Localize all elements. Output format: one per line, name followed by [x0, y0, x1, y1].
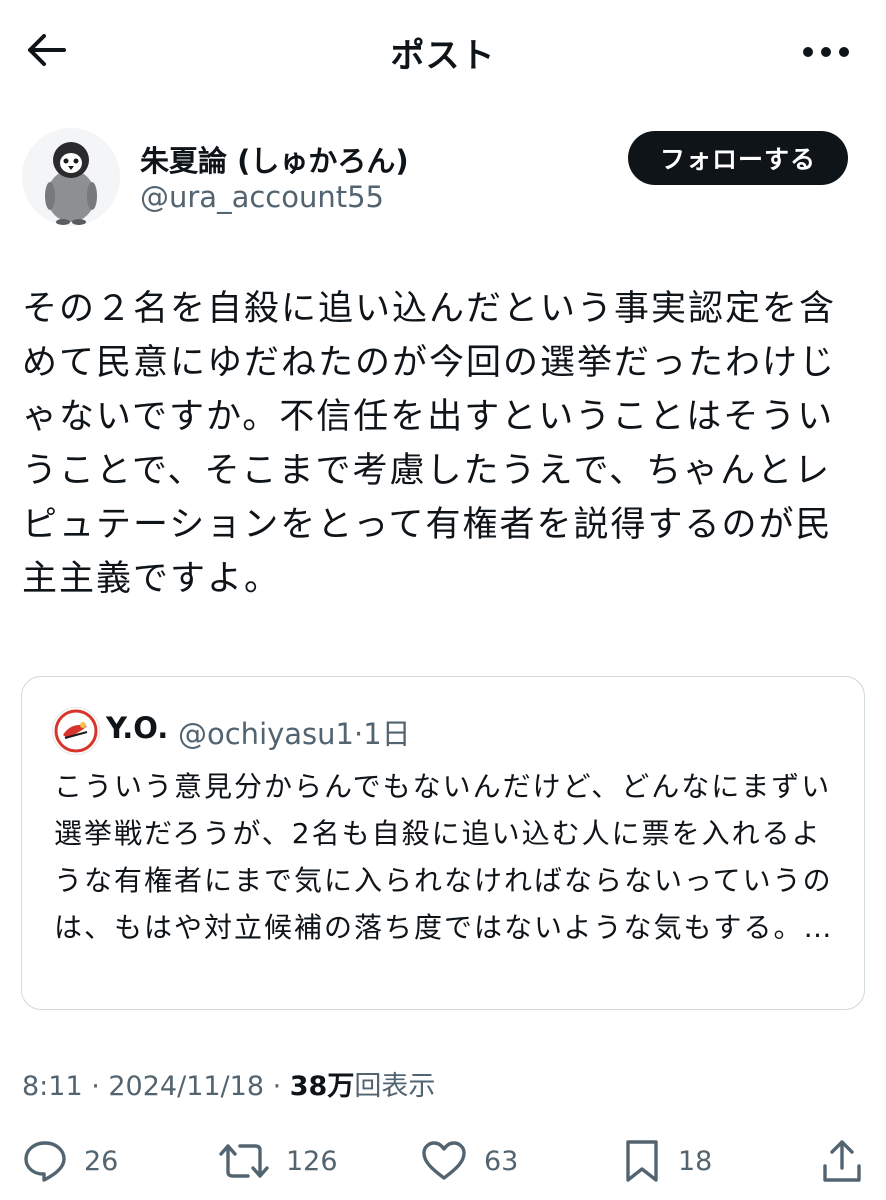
share-icon	[823, 1140, 861, 1182]
reply-count: 26	[84, 1145, 119, 1177]
like-button[interactable]: 63	[420, 1136, 518, 1186]
penguin-avatar	[22, 128, 120, 226]
like-count: 63	[484, 1145, 519, 1177]
quote-author-name: Y.O.	[106, 711, 169, 745]
views-count: 38万	[289, 1071, 355, 1102]
bookmark-button[interactable]: 18	[622, 1136, 712, 1186]
quote-avatar-logo-icon	[54, 709, 98, 753]
more-horizontal-icon	[803, 47, 849, 57]
author-display-name[interactable]: 朱夏論 (しゅかろん)	[140, 138, 409, 180]
quote-text: こういう意見分からんでもないんだけど、どんなにまずい選挙戦だろうが、2名も自殺に…	[54, 770, 834, 944]
repost-count: 126	[286, 1145, 338, 1177]
follow-button[interactable]: フォローする	[628, 131, 848, 185]
post-meta: 8:11 · 2024/11/18 · 38万回表示	[22, 1064, 435, 1103]
bookmark-icon	[626, 1140, 658, 1182]
repost-button[interactable]: 126	[218, 1136, 338, 1186]
author-handle[interactable]: @ura_account55	[140, 180, 384, 214]
bookmark-count: 18	[678, 1145, 713, 1177]
share-button[interactable]	[820, 1136, 864, 1186]
quote-handle-time: @ochiyasu1·1日	[178, 717, 411, 751]
page-title: ポスト	[390, 36, 496, 76]
views-label: 回表示	[354, 1071, 436, 1102]
more-button[interactable]	[796, 32, 856, 72]
avatar[interactable]	[22, 128, 120, 226]
reply-icon	[24, 1141, 66, 1182]
reply-button[interactable]: 26	[22, 1136, 118, 1186]
heart-icon	[422, 1141, 466, 1180]
post-text: その２名を自殺に追い込んだという事実認定を含めて民意にゆだねたのが今回の選挙だっ…	[22, 289, 837, 599]
quoted-post[interactable]: Y.O. @ochiyasu1·1日 こういう意見分からんでもないんだけど、どん…	[21, 676, 865, 1010]
quote-avatar	[52, 707, 100, 755]
post-time-date[interactable]: 8:11 · 2024/11/18 ·	[22, 1071, 290, 1102]
repost-icon	[219, 1144, 269, 1178]
